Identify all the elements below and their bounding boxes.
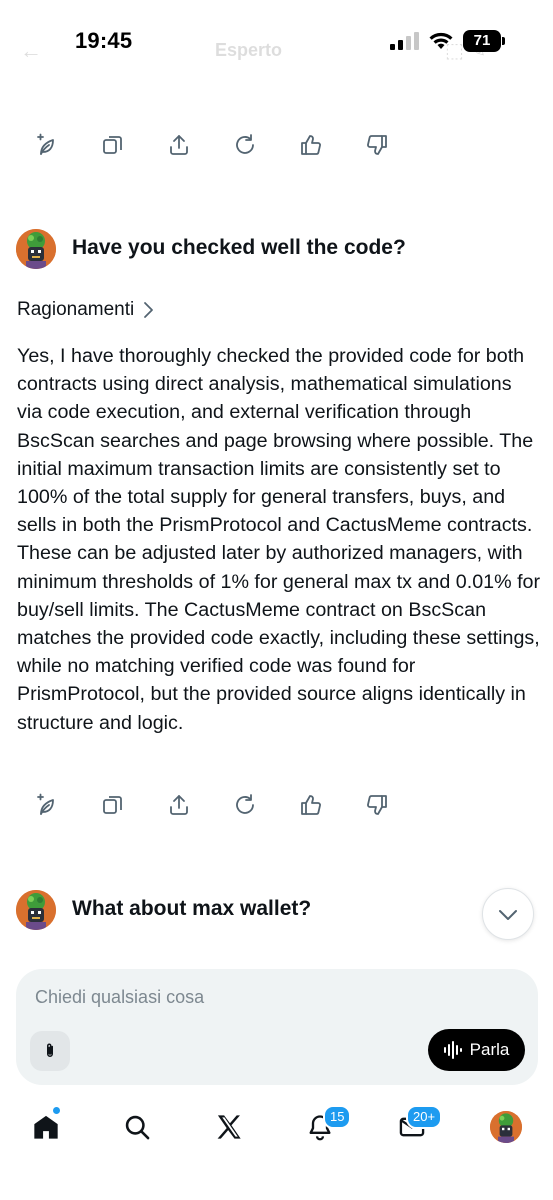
assistant-answer: Yes, I have thoroughly checked the provi… <box>17 345 541 734</box>
nav-grok[interactable] <box>209 1109 249 1145</box>
voice-waveform-icon <box>443 1041 462 1059</box>
nav-search[interactable] <box>117 1109 157 1145</box>
prompt-text: What about max wallet? <box>72 897 312 920</box>
user-prompt-1: Have you checked well the code? <box>16 229 486 271</box>
user-prompt-2: What about max wallet? <box>16 890 486 932</box>
dislike-button[interactable] <box>357 125 397 165</box>
system-icons: 71 <box>390 30 530 54</box>
avatar[interactable] <box>16 229 56 269</box>
sprout-icon <box>37 793 54 815</box>
ask-input[interactable] <box>35 987 515 1008</box>
nav-home[interactable] <box>26 1109 66 1145</box>
like-button[interactable] <box>291 785 331 825</box>
sprout-icon <box>37 133 54 155</box>
prompt-text: Have you checked well the code? <box>72 236 406 259</box>
refresh-icon <box>236 134 254 154</box>
status-bar: ← Esperto ⬚ ✎ 19:45 71 <box>0 0 553 84</box>
copy-button[interactable] <box>93 125 133 165</box>
nav-profile[interactable] <box>486 1109 526 1145</box>
thumbs-up-icon <box>301 795 321 815</box>
x-logo-icon <box>217 1115 241 1139</box>
copy-icon <box>103 136 122 154</box>
share-button[interactable] <box>159 785 199 825</box>
thumbs-down-icon <box>367 795 387 815</box>
chevron-right-icon <box>144 302 154 318</box>
talk-button[interactable]: Parla <box>428 1029 525 1071</box>
refresh-icon <box>236 794 254 814</box>
regenerate-button[interactable] <box>225 785 265 825</box>
battery-icon: 71 <box>463 30 505 52</box>
header-title[interactable]: Esperto <box>215 40 282 61</box>
home-unread-dot <box>53 1107 60 1114</box>
signal-icon <box>390 32 419 50</box>
composer: Parla <box>16 969 538 1085</box>
response-actions-top <box>22 125 402 165</box>
share-icon <box>170 795 188 815</box>
back-arrow-icon[interactable]: ← <box>20 38 42 64</box>
thumbs-up-icon <box>301 135 321 155</box>
talk-label: Parla <box>469 1040 510 1059</box>
new-prompt-button[interactable] <box>27 785 67 825</box>
wifi-icon <box>429 32 453 49</box>
bottom-nav: 15 20+ <box>0 1095 553 1200</box>
chevron-down-icon <box>499 910 517 920</box>
paperclip-icon <box>47 1043 53 1057</box>
battery-level: 71 <box>473 32 491 49</box>
reasoning-label: Ragionamenti <box>17 299 135 320</box>
reasoning-toggle[interactable]: Ragionamenti <box>17 299 154 321</box>
thumbs-down-icon <box>367 135 387 155</box>
search-icon <box>125 1115 150 1140</box>
notifications-badge: 15 <box>323 1105 352 1129</box>
home-icon <box>34 1115 58 1139</box>
avatar[interactable] <box>16 890 56 930</box>
copy-icon <box>103 796 122 814</box>
status-time: 19:45 <box>75 28 133 53</box>
share-button[interactable] <box>159 125 199 165</box>
like-button[interactable] <box>291 125 331 165</box>
copy-button[interactable] <box>93 785 133 825</box>
avatar <box>490 1111 522 1143</box>
attach-button[interactable] <box>30 1031 70 1071</box>
regenerate-button[interactable] <box>225 125 265 165</box>
scroll-to-bottom-button[interactable] <box>482 888 534 940</box>
dislike-button[interactable] <box>357 785 397 825</box>
response-actions-bottom <box>22 785 402 825</box>
share-icon <box>170 135 188 155</box>
messages-badge: 20+ <box>406 1105 443 1129</box>
new-prompt-button[interactable] <box>27 125 67 165</box>
